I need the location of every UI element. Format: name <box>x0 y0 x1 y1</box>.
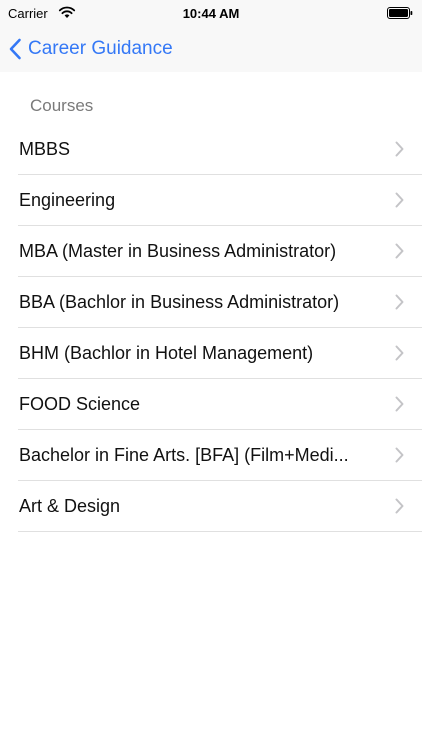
course-label: Art & Design <box>19 496 121 516</box>
course-row[interactable]: Art & Design <box>18 481 422 532</box>
chevron-right-icon <box>395 141 404 157</box>
chevron-right-icon <box>395 498 404 514</box>
chevron-right-icon <box>395 294 404 310</box>
course-label: Bachelor in Fine Arts. [BFA] (Film+Medi.… <box>19 445 349 465</box>
course-label: MBBS <box>19 139 71 159</box>
course-row[interactable]: FOOD Science <box>18 379 422 430</box>
status-time: 10:44 AM <box>182 6 240 21</box>
section-header-courses: Courses <box>30 96 94 115</box>
chevron-right-icon <box>395 396 404 412</box>
back-button[interactable]: Career Guidance <box>8 34 173 64</box>
battery-icon <box>387 7 413 19</box>
course-label: FOOD Science <box>19 394 141 414</box>
chevron-right-icon <box>395 345 404 361</box>
course-row[interactable]: Engineering <box>18 175 422 226</box>
chevron-right-icon <box>395 447 404 463</box>
course-row[interactable]: BHM (Bachlor in Hotel Management) <box>18 328 422 379</box>
chevron-right-icon <box>395 192 404 208</box>
chevron-left-icon <box>9 38 21 60</box>
course-label: Engineering <box>19 190 116 210</box>
back-button-label: Career Guidance <box>28 38 173 59</box>
course-label: BBA (Bachlor in Business Administrator) <box>19 292 340 312</box>
course-row[interactable]: BBA (Bachlor in Business Administrator) <box>18 277 422 328</box>
course-row[interactable]: MBBS <box>18 124 422 175</box>
course-row[interactable]: MBA (Master in Business Administrator) <box>18 226 422 277</box>
course-label: BHM (Bachlor in Hotel Management) <box>19 343 314 363</box>
course-row[interactable]: Bachelor in Fine Arts. [BFA] (Film+Medi.… <box>18 430 422 481</box>
navigation-bar: Career Guidance <box>0 26 422 72</box>
chevron-right-icon <box>395 243 404 259</box>
course-label: MBA (Master in Business Administrator) <box>19 241 337 261</box>
status-bar: Carrier 10:44 AM <box>0 0 422 26</box>
course-list: MBBS Engineering MBA (Master in Business… <box>0 124 422 532</box>
